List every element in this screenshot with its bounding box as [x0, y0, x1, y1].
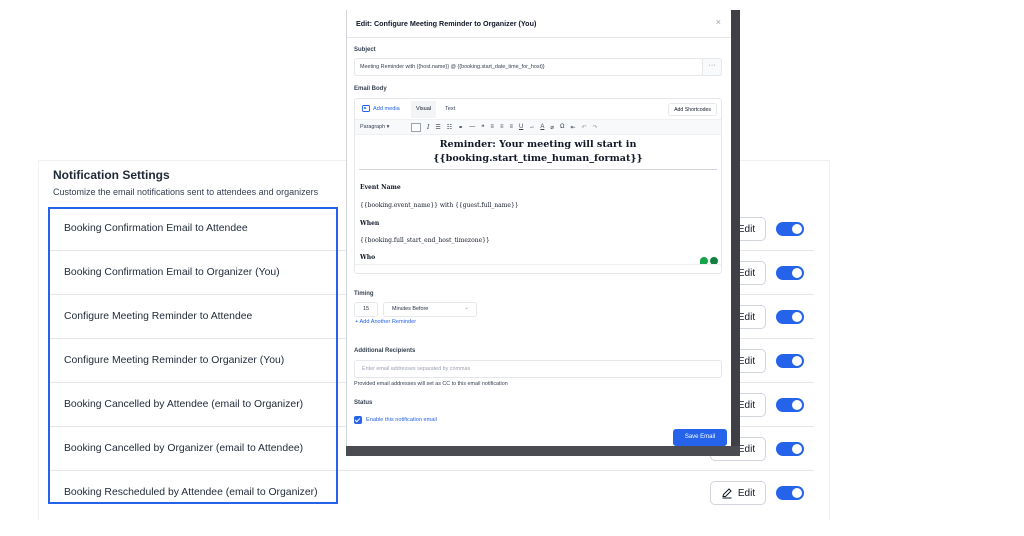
editor-toolbar: Paragraph ▾ I ☰ ☷ ⚭ — ❝ ≡ ≡ ≡ U ∽ A ⌀ Ω … — [355, 119, 721, 135]
who-label: Who — [360, 254, 376, 261]
page-title: Notification Settings — [53, 168, 170, 182]
subject-label: Subject — [354, 47, 376, 53]
paragraph-select[interactable]: Paragraph ▾ — [360, 124, 405, 130]
close-icon[interactable]: × — [716, 17, 721, 27]
add-media-button[interactable]: Add media — [362, 105, 400, 112]
tab-text[interactable]: Text — [445, 106, 455, 112]
edit-email-modal: Edit: Configure Meeting Reminder to Orga… — [346, 10, 731, 446]
enable-toggle[interactable] — [776, 222, 804, 236]
edit-label: Edit — [737, 487, 756, 499]
status-label: Status — [354, 400, 373, 406]
subject-more-button[interactable]: ··· — [702, 58, 722, 76]
recipients-help: Provided email addresses will set as CC … — [354, 381, 508, 387]
edit-label: Edit — [737, 355, 756, 367]
add-media-label: Add media — [373, 105, 400, 112]
event-name-label: Event Name — [360, 184, 401, 191]
editor-resize-bar[interactable] — [355, 264, 721, 273]
timing-value-input[interactable]: 15 — [354, 302, 378, 317]
enable-checkbox[interactable] — [354, 416, 362, 424]
add-shortcodes-button[interactable]: Add Shortcodes — [668, 103, 717, 116]
text-color-icon[interactable]: A — [540, 124, 544, 130]
strikethrough-icon[interactable]: ∽ — [529, 124, 534, 131]
event-name-value: {{booking.event_name}} with {{guest.full… — [360, 202, 519, 209]
clear-format-icon[interactable]: ⌀ — [550, 124, 554, 131]
italic-icon[interactable]: I — [427, 124, 429, 131]
align-center-icon[interactable]: ≡ — [500, 124, 504, 130]
pencil-icon — [722, 488, 732, 499]
underline-icon[interactable]: U — [519, 124, 523, 130]
enable-toggle[interactable] — [776, 442, 804, 456]
modal-title: Edit: Configure Meeting Reminder to Orga… — [356, 19, 537, 28]
email-body-editor: Add media Visual Text Add Shortcodes Par… — [354, 98, 722, 274]
when-value: {{booking.full_start_end_host_timezone}} — [360, 237, 490, 244]
edit-label: Edit — [737, 267, 756, 279]
redo-icon[interactable]: ↷ — [593, 124, 598, 131]
edit-label: Edit — [737, 399, 756, 411]
reminder-heading-line1: Reminder: Your meeting will start in — [439, 139, 637, 150]
enable-toggle[interactable] — [776, 354, 804, 368]
edit-button[interactable]: Edit — [710, 481, 766, 505]
highlight-box — [48, 207, 338, 504]
numbered-list-icon[interactable]: ☷ — [447, 124, 452, 131]
modal-shadow — [731, 10, 740, 456]
recipients-input[interactable]: Enter email addresses separated by comma… — [354, 360, 722, 378]
timing-label: Timing — [354, 291, 374, 297]
enable-toggle[interactable] — [776, 310, 804, 324]
modal-header: Edit: Configure Meeting Reminder to Orga… — [347, 10, 731, 38]
edit-label: Edit — [737, 443, 756, 455]
modal-shadow-bottom — [346, 446, 740, 456]
hr-icon[interactable]: — — [469, 124, 475, 130]
paragraph-label: Paragraph — [360, 124, 386, 130]
when-label: When — [360, 220, 380, 227]
reminder-heading: Reminder: Your meeting will start in {{b… — [355, 138, 721, 166]
tab-visual[interactable]: Visual — [411, 101, 437, 118]
quote-icon[interactable]: ❝ — [481, 124, 484, 131]
enable-toggle[interactable] — [776, 486, 804, 500]
align-left-icon[interactable]: ≡ — [490, 124, 494, 130]
undo-icon[interactable]: ↶ — [582, 124, 587, 131]
email-body-label: Email Body — [354, 86, 387, 92]
page-subtitle: Customize the email notifications sent t… — [53, 187, 319, 197]
add-reminder-link[interactable]: + Add Another Reminder — [355, 319, 416, 325]
subject-input[interactable]: Meeting Reminder with {{host.name}} @ {{… — [354, 58, 703, 76]
content-divider — [359, 169, 717, 170]
edit-label: Edit — [737, 223, 756, 235]
media-icon — [362, 105, 370, 112]
timing-unit-select[interactable]: Minutes Before — [383, 302, 477, 317]
special-char-icon[interactable]: Ω — [560, 124, 565, 130]
recipients-label: Additional Recipients — [354, 348, 416, 354]
outdent-icon[interactable]: ⇤ — [570, 124, 575, 131]
bullet-list-icon[interactable]: ☰ — [435, 124, 440, 131]
reminder-heading-line2: {{booking.start_time_human_format}} — [433, 153, 643, 164]
link-icon[interactable]: ⚭ — [458, 124, 463, 131]
edit-label: Edit — [737, 311, 756, 323]
align-right-icon[interactable]: ≡ — [509, 124, 513, 130]
editor-content[interactable]: Reminder: Your meeting will start in {{b… — [355, 136, 721, 264]
save-email-button[interactable]: Save Email — [673, 429, 727, 446]
enable-toggle[interactable] — [776, 266, 804, 280]
enable-toggle[interactable] — [776, 398, 804, 412]
enable-checkbox-label[interactable]: Enable this notification email — [366, 417, 437, 423]
color-swatch[interactable] — [411, 122, 421, 132]
editor-tabs: Add media Visual Text Add Shortcodes — [355, 99, 721, 119]
